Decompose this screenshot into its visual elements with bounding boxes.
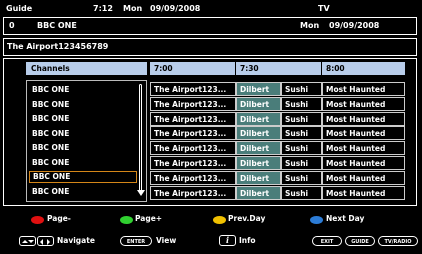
current-channel-day: Mon <box>300 21 320 30</box>
legend-blue-label: Next Day <box>326 214 365 223</box>
current-channel-bar: 0 BBC ONE Mon 09/09/2008 <box>3 17 417 35</box>
left-right-arrows-icon <box>37 236 54 246</box>
channels-column-header: Channels <box>26 62 147 75</box>
program-row: The Airport123... Dilbert Sushi Most Haunte… <box>150 156 405 170</box>
program-cell[interactable]: The Airport123... <box>150 185 236 200</box>
program-cell[interactable]: Dilbert <box>236 126 281 141</box>
blue-button-icon <box>310 216 323 224</box>
channel-list-item[interactable]: BBC ONE <box>29 128 137 140</box>
current-channel-date: 09/09/2008 <box>329 21 380 30</box>
program-cell[interactable]: Most Haunted <box>322 126 405 141</box>
program-row: The Airport123... Dilbert Sushi Most Haunte… <box>150 82 405 96</box>
legend-red-label: Page- <box>47 214 71 223</box>
program-cell[interactable]: Most Haunted <box>322 82 405 96</box>
program-cell[interactable]: Dilbert <box>236 170 281 185</box>
program-cell[interactable]: Sushi <box>281 185 322 200</box>
program-row: The Airport123... Dilbert Sushi Most Haunte… <box>150 185 405 200</box>
guide-key: GUIDE <box>345 236 375 246</box>
program-cell[interactable]: The Airport123... <box>150 126 236 141</box>
program-cell[interactable]: The Airport123... <box>150 96 236 111</box>
program-cell[interactable]: Most Haunted <box>322 170 405 185</box>
red-button-icon <box>31 216 44 224</box>
info-icon: i <box>219 235 236 246</box>
program-cell[interactable]: Sushi <box>281 156 322 170</box>
channel-list-item[interactable]: BBC ONE <box>29 84 137 96</box>
scroll-down-arrow-icon[interactable] <box>137 190 145 196</box>
program-cell[interactable]: Sushi <box>281 82 322 96</box>
program-cell[interactable]: Dilbert <box>236 185 281 200</box>
channel-list-item[interactable]: BBC ONE <box>29 157 137 169</box>
program-cell[interactable]: Sushi <box>281 141 322 156</box>
timeslot-header-3: 8:00 <box>322 62 405 75</box>
program-cell[interactable]: Dilbert <box>236 111 281 126</box>
program-cell[interactable]: The Airport123... <box>150 82 236 96</box>
program-row: The Airport123... Dilbert Sushi Most Haunte… <box>150 111 405 126</box>
program-row: The Airport123... Dilbert Sushi Most Haunte… <box>150 96 405 111</box>
legend-yellow-label: Prev.Day <box>228 214 266 223</box>
green-button-icon <box>120 216 133 224</box>
program-cell[interactable]: Dilbert <box>236 96 281 111</box>
program-title: The Airport123456789 <box>7 42 109 51</box>
program-row: The Airport123... Dilbert Sushi Most Haunte… <box>150 170 405 185</box>
timeslot-header-1: 7:00 <box>150 62 235 75</box>
channel-list-item[interactable]: BBC ONE <box>29 142 137 154</box>
channel-list-scrollbar[interactable] <box>137 84 145 199</box>
channel-name: BBC ONE <box>32 186 70 196</box>
channel-list-item[interactable]: BBC ONE <box>29 113 137 125</box>
program-row: The Airport123... Dilbert Sushi Most Haunte… <box>150 126 405 141</box>
current-channel-number: 0 <box>9 21 15 30</box>
program-cell[interactable]: The Airport123... <box>150 156 236 170</box>
program-cell[interactable]: Sushi <box>281 170 322 185</box>
clock-date: 09/09/2008 <box>150 4 201 13</box>
up-down-arrows-icon <box>19 236 36 246</box>
channel-name: BBC ONE <box>32 85 70 94</box>
tvradio-key: TV/RADIO <box>378 236 418 246</box>
program-cell[interactable]: The Airport123... <box>150 170 236 185</box>
program-title-bar: The Airport123456789 <box>3 38 417 56</box>
yellow-button-icon <box>213 216 226 224</box>
navigate-label: Navigate <box>57 236 95 245</box>
mode-label: TV <box>318 4 330 13</box>
timeslot-header-2: 7:30 <box>236 62 321 75</box>
program-cell[interactable]: Most Haunted <box>322 156 405 170</box>
exit-key: EXIT <box>312 236 342 246</box>
channel-list[interactable]: BBC ONE BBC ONE BBC ONE BBC ONE BBC ONE BBC O… <box>26 80 147 202</box>
program-cell[interactable]: The Airport123... <box>150 111 236 126</box>
channel-list-item[interactable]: BBC ONE <box>29 171 137 183</box>
channel-name: BBC ONE <box>29 171 137 183</box>
info-label: Info <box>239 236 256 245</box>
channel-name: BBC ONE <box>32 143 70 152</box>
channel-name: BBC ONE <box>32 114 70 123</box>
legend-green-label: Page+ <box>135 214 163 223</box>
program-cell[interactable]: Sushi <box>281 126 322 141</box>
program-cell[interactable]: Sushi <box>281 111 322 126</box>
program-cell[interactable]: Most Haunted <box>322 141 405 156</box>
view-label: View <box>156 236 177 245</box>
clock-day: Mon <box>123 4 143 13</box>
channel-list-item[interactable]: BBC ONE <box>29 99 137 111</box>
current-channel-name: BBC ONE <box>37 21 77 30</box>
program-cell[interactable]: Sushi <box>281 96 322 111</box>
guide-title: Guide <box>6 4 33 13</box>
program-cell[interactable]: Dilbert <box>236 141 281 156</box>
program-row: The Airport123... Dilbert Sushi Most Haunte… <box>150 141 405 156</box>
channel-name: BBC ONE <box>32 99 70 109</box>
program-cell[interactable]: Most Haunted <box>322 96 405 111</box>
program-cell[interactable]: The Airport123... <box>150 141 236 156</box>
scrollbar-thumb[interactable] <box>139 84 142 192</box>
enter-key: ENTER <box>120 236 152 246</box>
channel-name: BBC ONE <box>32 157 70 167</box>
channel-name: BBC ONE <box>32 128 70 138</box>
clock-time: 7:12 <box>93 4 113 13</box>
program-cell[interactable]: Most Haunted <box>322 185 405 200</box>
program-cell[interactable]: Dilbert <box>236 156 281 170</box>
program-cell[interactable]: Dilbert <box>236 82 281 96</box>
channel-list-item[interactable]: BBC ONE <box>29 186 137 198</box>
program-cell[interactable]: Most Haunted <box>322 111 405 126</box>
